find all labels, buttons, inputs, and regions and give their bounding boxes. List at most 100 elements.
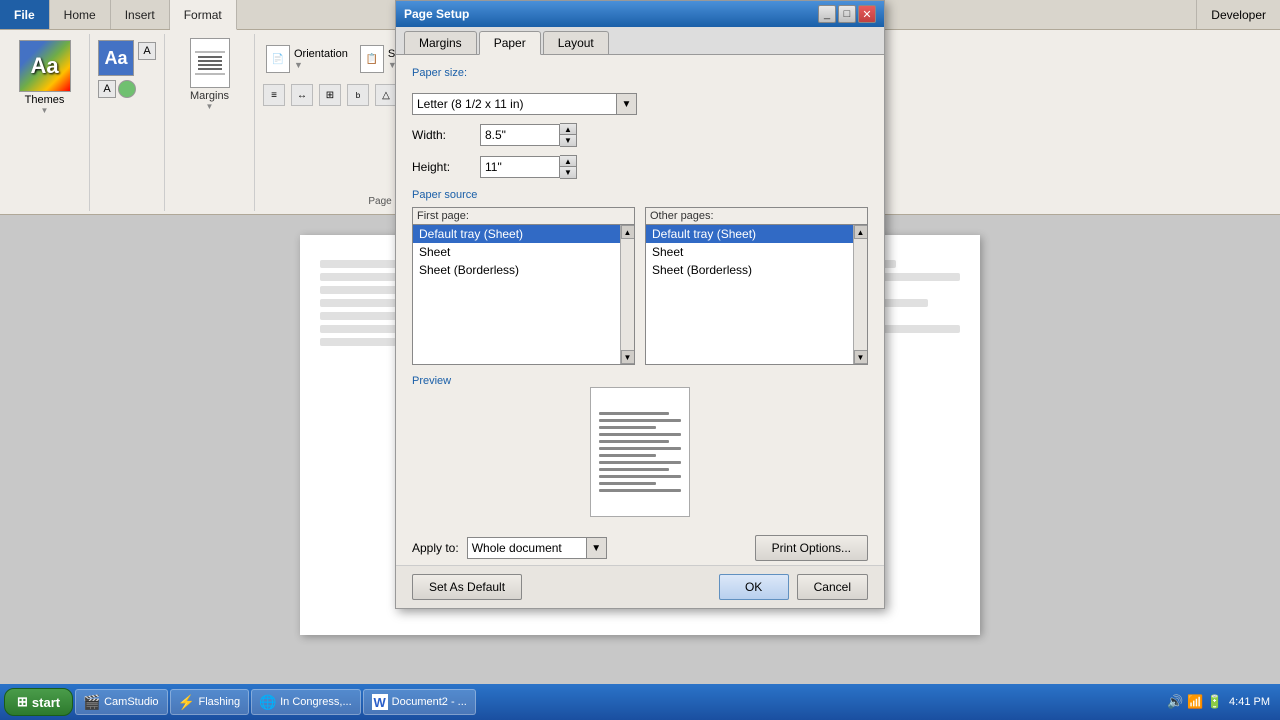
paper-size-select[interactable]: Letter (8 1/2 x 11 in) ▼ <box>412 93 637 115</box>
margins-button[interactable] <box>190 38 230 88</box>
taskbar-right: 🔊 📶 🔋 4:41 PM <box>1167 694 1276 710</box>
tab-developer[interactable]: Developer <box>1196 0 1280 29</box>
apply-to-value: Whole document <box>468 541 586 555</box>
tab-insert-label: Insert <box>125 8 155 22</box>
tab-layout[interactable]: Layout <box>543 31 609 54</box>
width-input[interactable] <box>480 124 560 146</box>
taskbar: ⊞ start 🎬 CamStudio ⚡ Flashing 🌐 In Cong… <box>0 684 1280 720</box>
tab-home[interactable]: Home <box>50 0 111 29</box>
preview-box <box>590 387 690 517</box>
ok-button[interactable]: OK <box>719 574 789 600</box>
taskbar-flashing[interactable]: ⚡ Flashing <box>170 689 250 715</box>
apply-to-label: Apply to: <box>412 541 459 555</box>
tab-margins[interactable]: Margins <box>404 31 477 54</box>
dialog-minimize-button[interactable]: _ <box>818 5 836 23</box>
windows-icon: ⊞ <box>17 694 28 710</box>
print-options-button[interactable]: Print Options... <box>755 535 868 561</box>
taskbar-word[interactable]: W Document2 - ... <box>363 689 476 715</box>
small-btn-3[interactable]: ⊞ <box>319 84 341 106</box>
first-page-list[interactable]: Default tray (Sheet) Sheet Sheet (Border… <box>413 224 634 364</box>
height-spinner-buttons: ▲ ▼ <box>560 155 577 179</box>
first-page-title: First page: <box>413 208 634 224</box>
other-pages-list[interactable]: Default tray (Sheet) Sheet Sheet (Border… <box>646 224 867 364</box>
cancel-button[interactable]: Cancel <box>797 574 868 600</box>
circle-button[interactable] <box>118 80 136 98</box>
tab-file[interactable]: File <box>0 0 50 29</box>
other-pages-item-2[interactable]: Sheet (Borderless) <box>646 261 867 279</box>
first-page-scrollbar[interactable]: ▲ ▼ <box>620 225 634 364</box>
tab-file-label: File <box>14 8 35 22</box>
other-pages-scroll-track <box>854 239 867 350</box>
preview-line-5 <box>599 440 669 443</box>
preview-line-9 <box>599 468 669 471</box>
tab-format[interactable]: Format <box>170 0 237 30</box>
underline-A-button[interactable]: A <box>98 80 116 98</box>
tab-developer-label: Developer <box>1211 8 1266 22</box>
taskbar-browser[interactable]: 🌐 In Congress,... <box>251 689 361 715</box>
height-decrement-button[interactable]: ▼ <box>560 167 576 178</box>
other-pages-item-0[interactable]: Default tray (Sheet) <box>646 225 867 243</box>
first-page-item-2[interactable]: Sheet (Borderless) <box>413 261 634 279</box>
small-btn-2[interactable]: ↔ <box>291 84 313 106</box>
word-label: Document2 - ... <box>392 696 467 708</box>
first-page-scroll-up[interactable]: ▲ <box>621 225 635 239</box>
preview-label: Preview <box>412 375 451 387</box>
height-increment-button[interactable]: ▲ <box>560 156 576 167</box>
width-label: Width: <box>412 128 472 142</box>
themes-label: Themes <box>25 94 65 106</box>
font-aa-button[interactable]: Aa <box>98 40 134 76</box>
width-spinner: ▲ ▼ <box>480 123 577 147</box>
system-tray-icons: 🔊 📶 🔋 <box>1167 694 1223 710</box>
paper-size-section-label: Paper size: <box>412 67 467 79</box>
paper-size-value: Letter (8 1/2 x 11 in) <box>413 97 616 111</box>
preview-line-10 <box>599 475 681 478</box>
other-pages-scroll-down[interactable]: ▼ <box>854 350 868 364</box>
start-button[interactable]: ⊞ start <box>4 688 73 716</box>
page-setup-dialog: Page Setup _ □ ✕ Margins Paper Layout Pa… <box>395 0 885 609</box>
paper-source-label: Paper source <box>412 189 477 201</box>
preview-line-8 <box>599 461 681 464</box>
font-color-button[interactable]: A <box>138 42 156 60</box>
paper-size-row: Paper size: <box>412 67 868 85</box>
dialog-tab-bar: Margins Paper Layout <box>396 27 884 55</box>
themes-button[interactable]: Aa Themes ▼ <box>19 40 71 115</box>
text-section: Aa A A <box>90 34 165 211</box>
other-pages-title: Other pages: <box>646 208 867 224</box>
height-row: Height: ▲ ▼ <box>412 155 868 179</box>
first-page-box: First page: Default tray (Sheet) Sheet S… <box>412 207 635 365</box>
preview-line-7 <box>599 454 656 457</box>
preview-line-3 <box>599 426 656 429</box>
height-input[interactable] <box>480 156 560 178</box>
word-icon: W <box>372 694 388 710</box>
tab-insert[interactable]: Insert <box>111 0 170 29</box>
dialog-maximize-button[interactable]: □ <box>838 5 856 23</box>
browser-icon: 🌐 <box>260 694 276 710</box>
tab-home-label: Home <box>64 8 96 22</box>
other-pages-scrollbar[interactable]: ▲ ▼ <box>853 225 867 364</box>
tab-paper[interactable]: Paper <box>479 31 541 55</box>
width-decrement-button[interactable]: ▼ <box>560 135 576 146</box>
first-page-item-1[interactable]: Sheet <box>413 243 634 261</box>
paper-size-dropdown-arrow[interactable]: ▼ <box>616 94 636 114</box>
first-page-scroll-down[interactable]: ▼ <box>621 350 635 364</box>
small-btn-5[interactable]: △ <box>375 84 397 106</box>
apply-to-arrow[interactable]: ▼ <box>586 538 606 558</box>
small-btn-4[interactable]: b <box>347 84 369 106</box>
taskbar-camstudio[interactable]: 🎬 CamStudio <box>75 689 167 715</box>
preview-line-2 <box>599 419 681 422</box>
apply-to-select[interactable]: Whole document ▼ <box>467 537 607 559</box>
small-btn-1[interactable]: ≡ <box>263 84 285 106</box>
set-default-button[interactable]: Set As Default <box>412 574 522 600</box>
width-increment-button[interactable]: ▲ <box>560 124 576 135</box>
margins-label: Margins <box>190 90 229 102</box>
first-page-item-0[interactable]: Default tray (Sheet) <box>413 225 634 243</box>
preview-line-11 <box>599 482 656 485</box>
orientation-button[interactable]: 📄 Orientation ▼ <box>263 42 351 76</box>
other-pages-item-1[interactable]: Sheet <box>646 243 867 261</box>
dialog-footer: Set As Default OK Cancel <box>396 565 884 608</box>
other-pages-scroll-up[interactable]: ▲ <box>854 225 868 239</box>
preview-line-1 <box>599 412 669 415</box>
dialog-close-button[interactable]: ✕ <box>858 5 876 23</box>
flashing-icon: ⚡ <box>179 694 195 710</box>
source-grid: First page: Default tray (Sheet) Sheet S… <box>412 207 868 365</box>
